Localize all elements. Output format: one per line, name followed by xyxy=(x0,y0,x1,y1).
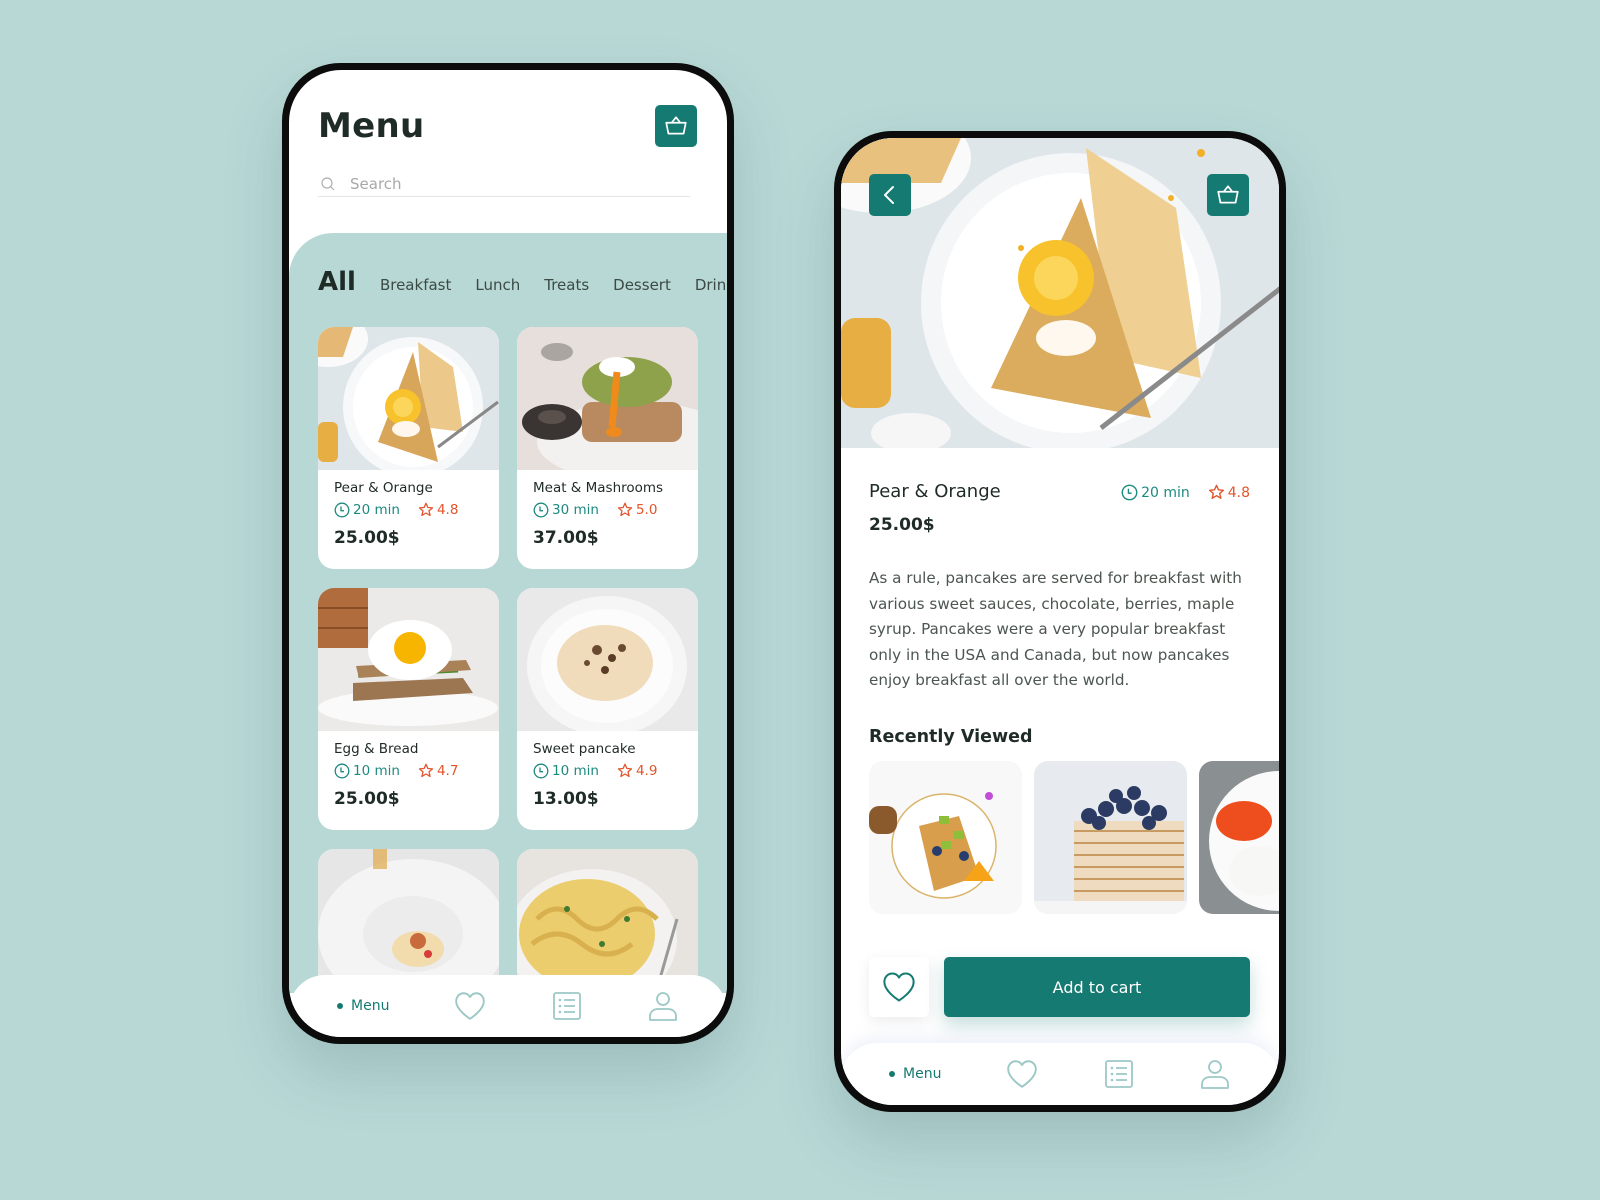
product-meta: 20 min 4.8 xyxy=(1121,484,1250,501)
tab-treats[interactable]: Treats xyxy=(544,276,589,294)
nav-label-menu: Menu xyxy=(903,1066,942,1082)
menu-grid: Pear & Orange 20 min 4.8 25.00$ Meat & M… xyxy=(318,327,698,989)
food-image-pasta xyxy=(517,849,698,989)
clock-icon xyxy=(533,502,549,518)
tab-drinks[interactable]: Drinks xyxy=(695,276,727,294)
product-price: 25.00$ xyxy=(869,515,935,535)
food-image-egg-sandwich xyxy=(318,588,499,731)
back-button[interactable] xyxy=(869,174,911,216)
item-time: 30 min xyxy=(552,502,599,518)
recent-item-pancake-stack[interactable] xyxy=(1034,761,1187,914)
tab-dessert[interactable]: Dessert xyxy=(613,276,671,294)
item-name: Egg & Bread xyxy=(334,741,419,757)
item-name: Sweet pancake xyxy=(533,741,636,757)
menu-screen: Menu All Breakfast Lunch Treats Dessert … xyxy=(289,70,727,1037)
menu-item-card[interactable]: Meat & Mashrooms 30 min 5.0 37.00$ xyxy=(517,327,698,569)
menu-item-card[interactable]: Egg & Bread 10 min 4.7 25.00$ xyxy=(318,588,499,830)
product-name: Pear & Orange xyxy=(869,481,1001,502)
food-image-crepes xyxy=(318,327,499,470)
menu-item-card[interactable] xyxy=(318,849,499,989)
heart-icon[interactable] xyxy=(1005,1057,1039,1091)
nav-item-menu[interactable]: Menu xyxy=(337,998,389,1014)
phone-detail-screen: Pear & Orange 20 min 4.8 25.00$ As a rul… xyxy=(834,131,1286,1112)
profile-icon[interactable] xyxy=(647,990,679,1022)
food-image-pancake xyxy=(517,588,698,731)
nav-label-menu: Menu xyxy=(351,998,390,1014)
detail-screen: Pear & Orange 20 min 4.8 25.00$ As a rul… xyxy=(841,138,1279,1105)
item-name: Pear & Orange xyxy=(334,480,433,496)
food-image-soup xyxy=(318,849,499,989)
search-bar[interactable] xyxy=(318,172,690,197)
product-time: 20 min xyxy=(1141,484,1190,501)
item-rating: 4.9 xyxy=(635,763,658,779)
item-price: 25.00$ xyxy=(334,789,400,809)
item-time: 10 min xyxy=(353,763,400,779)
add-to-cart-button[interactable]: Add to cart xyxy=(944,957,1250,1017)
basket-button[interactable] xyxy=(1207,174,1249,216)
menu-item-card[interactable] xyxy=(517,849,698,989)
chevron-left-icon xyxy=(884,186,894,204)
heart-icon[interactable] xyxy=(453,989,487,1023)
item-rating: 4.7 xyxy=(436,763,459,779)
menu-content: All Breakfast Lunch Treats Dessert Drink… xyxy=(289,233,727,993)
profile-icon[interactable] xyxy=(1199,1058,1231,1090)
orders-list-icon[interactable] xyxy=(1103,1058,1135,1090)
tab-lunch[interactable]: Lunch xyxy=(475,276,520,294)
item-name: Meat & Mashrooms xyxy=(533,480,664,496)
menu-item-card[interactable]: Sweet pancake 10 min 4.9 13.00$ xyxy=(517,588,698,830)
item-time: 20 min xyxy=(353,502,400,518)
recent-item-crepe-kiwi[interactable] xyxy=(869,761,1022,914)
star-icon xyxy=(617,763,633,779)
favorite-button[interactable] xyxy=(869,957,929,1017)
recently-viewed-list xyxy=(869,761,1279,914)
item-rating: 5.0 xyxy=(635,502,658,518)
basket-button[interactable] xyxy=(655,105,697,147)
star-icon xyxy=(418,763,434,779)
item-price: 13.00$ xyxy=(533,789,599,809)
recently-viewed-heading: Recently Viewed xyxy=(869,727,1033,747)
category-tabs: All Breakfast Lunch Treats Dessert Drink… xyxy=(318,267,727,297)
food-image-toast-mushrooms xyxy=(517,327,698,470)
phone-menu-screen: Menu All Breakfast Lunch Treats Dessert … xyxy=(282,63,734,1044)
clock-icon xyxy=(533,763,549,779)
bottom-nav: Menu xyxy=(289,975,727,1037)
item-price: 25.00$ xyxy=(334,528,400,548)
basket-icon xyxy=(663,113,689,139)
clock-icon xyxy=(334,763,350,779)
basket-icon xyxy=(1215,182,1241,208)
product-rating: 4.8 xyxy=(1227,484,1250,501)
search-icon xyxy=(320,176,336,192)
tab-all[interactable]: All xyxy=(318,267,356,297)
active-indicator xyxy=(337,1003,343,1009)
clock-icon xyxy=(334,502,350,518)
recent-item-tomato-cheese[interactable] xyxy=(1199,761,1279,914)
item-rating: 4.8 xyxy=(436,502,459,518)
star-icon xyxy=(617,502,633,518)
nav-item-menu[interactable]: Menu xyxy=(889,1066,941,1082)
menu-item-card[interactable]: Pear & Orange 20 min 4.8 25.00$ xyxy=(318,327,499,569)
page-title: Menu xyxy=(318,106,425,146)
orders-list-icon[interactable] xyxy=(551,990,583,1022)
heart-icon xyxy=(881,969,917,1005)
item-time: 10 min xyxy=(552,763,599,779)
item-price: 37.00$ xyxy=(533,528,599,548)
tab-breakfast[interactable]: Breakfast xyxy=(380,276,451,294)
star-icon xyxy=(418,502,434,518)
search-input[interactable] xyxy=(350,175,650,193)
bottom-nav: Menu xyxy=(841,1043,1279,1105)
clock-icon xyxy=(1121,484,1138,501)
star-icon xyxy=(1208,484,1225,501)
active-indicator xyxy=(889,1071,895,1077)
product-description: As a rule, pancakes are served for break… xyxy=(869,569,1242,689)
